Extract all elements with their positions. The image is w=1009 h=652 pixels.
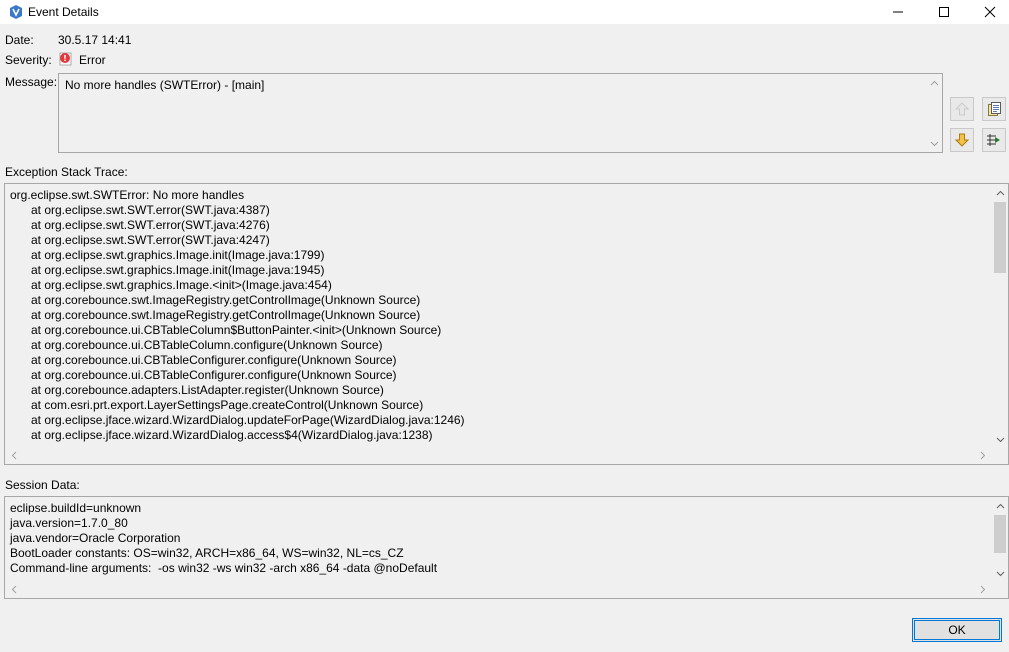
error-icon: ! bbox=[59, 52, 72, 66]
stack-trace-field[interactable]: org.eclipse.swt.SWTError: No more handle… bbox=[4, 183, 1009, 465]
stack-frame: at org.eclipse.swt.graphics.Image.init(I… bbox=[31, 263, 325, 277]
message-scrollbar[interactable] bbox=[926, 74, 942, 152]
scroll-right-button[interactable] bbox=[975, 581, 991, 598]
severity-value: Error bbox=[79, 53, 106, 67]
stack-frame: at org.eclipse.swt.SWT.error(SWT.java:42… bbox=[31, 233, 270, 247]
exception-label: Exception Stack Trace: bbox=[5, 165, 128, 179]
stack-frame: at org.eclipse.jface.wizard.WizardDialog… bbox=[31, 413, 465, 427]
stack-trace-text[interactable]: org.eclipse.swt.SWTError: No more handle… bbox=[10, 188, 988, 443]
minimize-icon bbox=[893, 11, 903, 13]
session-line: BootLoader constants: OS=win32, ARCH=x86… bbox=[10, 546, 404, 560]
date-value: 30.5.17 14:41 bbox=[58, 33, 132, 47]
scroll-up-button[interactable] bbox=[992, 498, 1008, 513]
stack-trace-horizontal-scrollbar[interactable] bbox=[5, 447, 992, 464]
stack-frame: at org.corebounce.adapters.ListAdapter.r… bbox=[31, 383, 384, 397]
stack-frame: at org.corebounce.swt.ImageRegistry.getC… bbox=[31, 308, 421, 322]
stack-frame: at com.esri.prt.export.LayerSettingsPage… bbox=[31, 398, 424, 412]
maximize-icon bbox=[939, 7, 949, 17]
window-title: Event Details bbox=[28, 5, 99, 19]
stack-frame: at org.corebounce.ui.CBTableColumn.confi… bbox=[31, 338, 383, 352]
scroll-left-button[interactable] bbox=[6, 447, 22, 464]
session-data-field[interactable]: eclipse.buildId=unknown java.version=1.7… bbox=[4, 496, 1009, 599]
message-value[interactable]: No more handles (SWTError) - [main] bbox=[65, 78, 264, 92]
minimize-button[interactable] bbox=[875, 0, 921, 24]
severity-label: Severity: bbox=[5, 53, 52, 67]
arrow-up-icon bbox=[955, 102, 969, 116]
previous-event-button[interactable] bbox=[950, 97, 974, 121]
stack-frame: at org.corebounce.ui.CBTableConfigurer.c… bbox=[31, 368, 397, 382]
stack-frame: at org.corebounce.ui.CBTableConfigurer.c… bbox=[31, 353, 397, 367]
next-event-button[interactable] bbox=[950, 128, 974, 152]
ok-button-label: OK bbox=[948, 623, 966, 637]
session-line: java.vendor=Oracle Corporation bbox=[10, 531, 181, 545]
session-label: Session Data: bbox=[5, 478, 80, 492]
scrollbar-thumb[interactable] bbox=[994, 202, 1006, 273]
message-label: Message: bbox=[5, 75, 58, 89]
scrollbar-thumb[interactable] bbox=[994, 515, 1006, 553]
stack-frame: at org.eclipse.swt.SWT.error(SWT.java:42… bbox=[31, 218, 270, 232]
session-data-text[interactable]: eclipse.buildId=unknown java.version=1.7… bbox=[10, 501, 988, 576]
chevron-down-icon bbox=[930, 141, 938, 146]
chevron-left-icon bbox=[11, 585, 17, 594]
scroll-down-button[interactable] bbox=[992, 432, 1008, 447]
copy-event-button[interactable] bbox=[982, 97, 1006, 121]
arrow-down-icon bbox=[955, 133, 969, 147]
ok-button[interactable]: OK bbox=[912, 618, 1002, 642]
session-line: eclipse.buildId=unknown bbox=[10, 501, 142, 515]
copy-clipboard-icon bbox=[988, 102, 1001, 116]
chevron-right-icon bbox=[980, 585, 986, 594]
session-line: Command-line arguments: -os win32 -ws wi… bbox=[10, 561, 438, 575]
scroll-down-button[interactable] bbox=[992, 566, 1008, 581]
chevron-up-icon bbox=[930, 80, 938, 85]
chevron-up-icon bbox=[996, 503, 1004, 508]
stack-frame: at org.eclipse.jface.wizard.WizardDialog… bbox=[31, 428, 433, 442]
scrollbar-corner bbox=[992, 581, 1008, 598]
message-field[interactable]: No more handles (SWTError) - [main] bbox=[58, 73, 943, 153]
scroll-up-button[interactable] bbox=[926, 75, 942, 90]
session-horizontal-scrollbar[interactable] bbox=[5, 581, 992, 598]
scroll-right-button[interactable] bbox=[975, 447, 991, 464]
scroll-down-button[interactable] bbox=[926, 136, 942, 151]
session-vertical-scrollbar[interactable] bbox=[992, 497, 1008, 582]
filter-stack-button[interactable] bbox=[982, 128, 1006, 152]
scroll-left-button[interactable] bbox=[6, 581, 22, 598]
stack-frame: at org.eclipse.swt.graphics.Image.init(I… bbox=[31, 248, 325, 262]
close-icon bbox=[984, 6, 996, 18]
stack-frame: at org.corebounce.ui.CBTableColumn$Butto… bbox=[31, 323, 442, 337]
title-bar[interactable]: Event Details bbox=[0, 0, 1009, 24]
chevron-down-icon bbox=[996, 437, 1004, 442]
stack-frame: at org.corebounce.swt.ImageRegistry.getC… bbox=[31, 293, 421, 307]
date-label: Date: bbox=[5, 33, 34, 47]
stack-trace-vertical-scrollbar[interactable] bbox=[992, 184, 1008, 448]
chevron-down-icon bbox=[996, 571, 1004, 576]
svg-text:!: ! bbox=[63, 54, 67, 63]
scrollbar-corner bbox=[992, 447, 1008, 464]
stack-trace-first-line: org.eclipse.swt.SWTError: No more handle… bbox=[10, 188, 245, 202]
filter-stack-icon bbox=[987, 134, 1000, 146]
stack-frame: at org.eclipse.swt.graphics.Image.<init>… bbox=[31, 278, 332, 292]
maximize-button[interactable] bbox=[921, 0, 967, 24]
session-line: java.version=1.7.0_80 bbox=[10, 516, 128, 530]
chevron-left-icon bbox=[11, 451, 17, 460]
close-button[interactable] bbox=[967, 0, 1009, 24]
chevron-right-icon bbox=[980, 451, 986, 460]
scroll-up-button[interactable] bbox=[992, 185, 1008, 200]
chevron-up-icon bbox=[996, 190, 1004, 195]
eclipse-app-icon bbox=[10, 5, 22, 19]
stack-frame: at org.eclipse.swt.SWT.error(SWT.java:43… bbox=[31, 203, 270, 217]
